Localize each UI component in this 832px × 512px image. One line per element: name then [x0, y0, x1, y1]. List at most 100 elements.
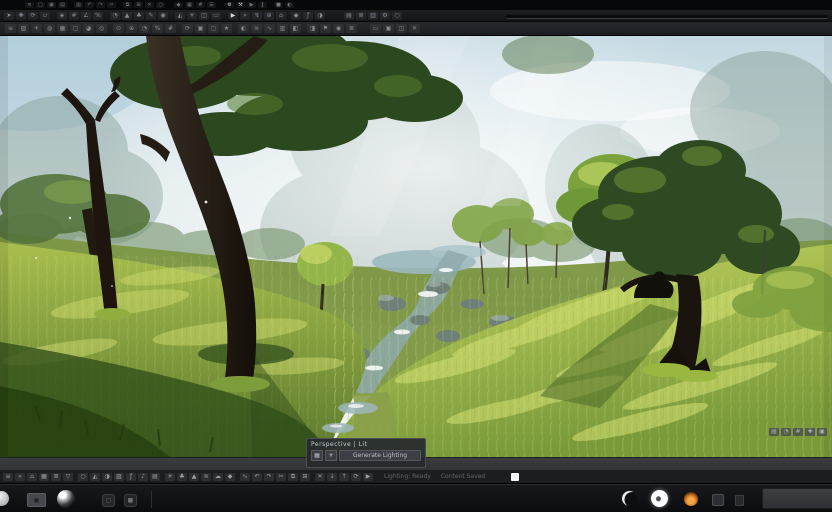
bookmark-icon[interactable]: ★: [221, 24, 232, 33]
filter-icon[interactable]: ▽: [63, 472, 73, 481]
pivot-icon[interactable]: ◈: [57, 11, 67, 20]
play-viewport-icon[interactable]: ▶: [228, 11, 238, 20]
snap-angle-icon[interactable]: ∠: [81, 11, 91, 20]
active-tool-indicator[interactable]: [511, 473, 519, 481]
paint-tool-icon[interactable]: ◉: [158, 11, 168, 20]
layers-icon[interactable]: ☰: [207, 2, 216, 8]
open-file-icon[interactable]: ▣: [47, 2, 56, 8]
settings-icon[interactable]: ⚙: [225, 2, 234, 8]
viewport[interactable]: ▤ ◔ # ✚ ▣: [0, 36, 832, 457]
game-view-icon[interactable]: ▣: [195, 24, 206, 33]
foliage-tool-icon[interactable]: ♣: [134, 11, 144, 20]
new-file-icon[interactable]: ▢: [36, 2, 45, 8]
play-preview-icon[interactable]: ▶: [363, 472, 373, 481]
cut-icon[interactable]: ✂: [107, 2, 116, 8]
wireframe-icon[interactable]: ▦: [57, 24, 68, 33]
console-icon[interactable]: »: [15, 472, 25, 481]
lit-mode-icon[interactable]: ☀: [31, 24, 42, 33]
blueprint-icon[interactable]: ƒ: [303, 11, 313, 20]
sky-asset-icon[interactable]: ☁: [213, 472, 223, 481]
unlit-icon[interactable]: ◻: [70, 24, 81, 33]
pinned-app-icon-2[interactable]: ■: [124, 494, 137, 507]
overlay-axes-icon[interactable]: ✚: [805, 428, 815, 436]
paste-asset-icon[interactable]: ⊞: [300, 472, 310, 481]
save-icon[interactable]: ▤: [58, 2, 67, 8]
fx-asset-icon[interactable]: ◆: [225, 472, 235, 481]
water-asset-icon[interactable]: ≋: [201, 472, 211, 481]
grid-snap-icon[interactable]: #: [165, 24, 176, 33]
select-tool-icon[interactable]: ➤: [4, 11, 14, 20]
cut-asset-icon[interactable]: ✂: [276, 472, 286, 481]
detail-lighting-icon[interactable]: ◕: [83, 24, 94, 33]
app-menu-icon[interactable]: ≡: [25, 2, 34, 8]
redo-icon[interactable]: ↷: [96, 2, 105, 8]
terrain-asset-icon[interactable]: ▲: [189, 472, 199, 481]
stop-icon[interactable]: ■: [274, 2, 283, 8]
save-all-icon[interactable]: ▥: [74, 2, 83, 8]
reflections-icon[interactable]: ◎: [96, 24, 107, 33]
toolbar-slider[interactable]: [506, 15, 828, 19]
viewport-menu-icon[interactable]: ≡: [5, 24, 16, 33]
brush-tool-icon[interactable]: ✎: [146, 11, 156, 20]
box-app-icon[interactable]: [712, 494, 724, 506]
flag-icon[interactable]: ⚑: [320, 24, 331, 33]
split-horizontal-icon[interactable]: ◧: [290, 24, 301, 33]
build-lighting-icon[interactable]: ↯: [252, 11, 262, 20]
light-asset-icon[interactable]: ☀: [165, 472, 175, 481]
sync-icon[interactable]: ⟳: [351, 472, 361, 481]
snap-icon[interactable]: #: [196, 2, 205, 8]
scale-tool-icon[interactable]: ▱: [40, 11, 50, 20]
ring-app-icon[interactable]: [651, 490, 668, 507]
cinematic-tool-icon[interactable]: ▭: [211, 11, 221, 20]
snap-scale-icon[interactable]: %: [93, 11, 103, 20]
dock-panels-icon[interactable]: ◫: [396, 24, 407, 33]
search-assets-icon[interactable]: ○: [78, 472, 88, 481]
copy-icon[interactable]: ⧉: [123, 2, 132, 8]
volume-tool-icon[interactable]: ◫: [199, 11, 209, 20]
sphere-app-icon[interactable]: [57, 490, 75, 508]
marketplace-icon[interactable]: ◆: [291, 11, 301, 20]
copy-asset-icon[interactable]: ⧉: [288, 472, 298, 481]
status-panel-grid-button[interactable]: ▦: [311, 450, 323, 461]
overlay-expand-icon[interactable]: ▣: [817, 428, 827, 436]
pin-app-icon[interactable]: [735, 495, 744, 506]
pinned-app-icon-1[interactable]: ◻: [102, 494, 115, 507]
overlay-stats-icon[interactable]: ▤: [769, 428, 779, 436]
restore-icon[interactable]: ▣: [383, 24, 394, 33]
fov-icon[interactable]: ◔: [139, 24, 150, 33]
mesh-tool-icon[interactable]: ◭: [175, 11, 185, 20]
output-log-icon[interactable]: ≡: [3, 472, 13, 481]
immersive-icon[interactable]: ▢: [208, 24, 219, 33]
import-icon[interactable]: ↓: [327, 472, 337, 481]
water-icon[interactable]: ≋: [251, 24, 262, 33]
material-editor-icon[interactable]: ◑: [315, 11, 325, 20]
export-icon[interactable]: ↑: [339, 472, 349, 481]
file-manager-icon[interactable]: ▣: [27, 493, 46, 507]
texture-asset-icon[interactable]: ▨: [114, 472, 124, 481]
mesh-asset-icon[interactable]: ◭: [90, 472, 100, 481]
perspective-mode-icon[interactable]: ▧: [18, 24, 29, 33]
paste-icon[interactable]: ⊞: [134, 2, 143, 8]
split-vertical-icon[interactable]: ◨: [307, 24, 318, 33]
select-all-icon[interactable]: ◆: [174, 2, 183, 8]
status-panel-light-button[interactable]: ☀: [325, 450, 337, 461]
shadows-icon[interactable]: ◐: [238, 24, 249, 33]
stats-icon[interactable]: ≣: [346, 24, 357, 33]
wind-icon[interactable]: ∿: [264, 24, 275, 33]
level-asset-icon[interactable]: ▤: [150, 472, 160, 481]
asset-grid-icon[interactable]: ▦: [39, 472, 49, 481]
undo-icon[interactable]: ↶: [85, 2, 94, 8]
rotate-tool-icon[interactable]: ⟳: [28, 11, 38, 20]
pause-icon[interactable]: ‖: [258, 2, 267, 8]
snapshot-icon[interactable]: ◉: [333, 24, 344, 33]
details-icon[interactable]: ▥: [368, 11, 378, 20]
generate-lighting-button[interactable]: Generate Lighting: [339, 450, 421, 461]
outliner-icon[interactable]: ≣: [356, 11, 366, 20]
undo-history-icon[interactable]: ↶: [252, 472, 262, 481]
play-icon[interactable]: ▶: [247, 2, 256, 8]
snap-grid-icon[interactable]: #: [69, 11, 79, 20]
anim-asset-icon[interactable]: ∿: [240, 472, 250, 481]
shading-icon[interactable]: ◐: [285, 2, 294, 8]
material-asset-icon[interactable]: ◑: [102, 472, 112, 481]
light-tool-icon[interactable]: ☀: [187, 11, 197, 20]
